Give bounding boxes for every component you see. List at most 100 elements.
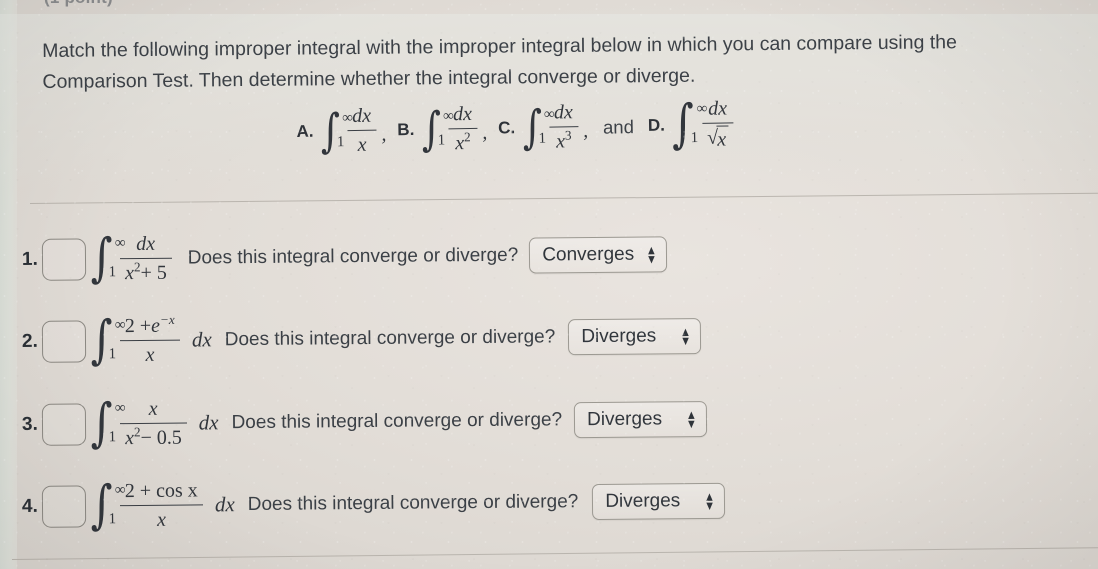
option-a-comma: , <box>381 123 387 146</box>
option-a: A. ∫ ∞ 1 dx x , <box>296 103 398 158</box>
option-d-upper-limit: ∞ <box>696 101 708 118</box>
converge-select-3-value: Diverges <box>587 408 663 430</box>
converge-select-1-value: Converges <box>542 243 635 266</box>
question-1-text: Does this integral converge or diverge? <box>187 244 519 269</box>
divider-top <box>29 192 1098 205</box>
answer-input-1[interactable] <box>41 238 87 281</box>
option-c-lower-limit: 1 <box>538 130 547 147</box>
question-prompt: Match the following improper integral wi… <box>42 26 1089 98</box>
divider-bottom <box>11 547 1098 561</box>
option-a-upper-limit: ∞ <box>342 109 354 127</box>
integral-sign: ∫ ∞ 1 <box>90 310 126 371</box>
question-3-integral: ∫ ∞ 1 x x2− 0.5 dx <box>88 393 219 454</box>
integral-sign: ∫ ∞ 1 <box>420 101 454 156</box>
option-d-integral: ∫ ∞ 1 dx √ x <box>669 94 737 155</box>
question-3-number: 3. <box>21 413 38 435</box>
option-a-integral: ∫ ∞ 1 dx x <box>318 103 380 158</box>
points-label: (1 point) <box>44 0 113 8</box>
question-4-upper-limit: ∞ <box>114 482 126 499</box>
chevron-updown-icon: ▴ ▾ <box>706 486 713 514</box>
converge-select-2[interactable]: Diverges ▴ ▾ <box>568 317 701 355</box>
question-2-dx: dx <box>191 327 212 352</box>
question-4-dx: dx <box>214 492 235 517</box>
option-c-integral: ∫ ∞ 1 dx x3 <box>520 100 582 154</box>
question-4-number: 4. <box>21 495 38 517</box>
converge-select-2-value: Diverges <box>581 325 657 347</box>
question-2-denominator: x <box>145 343 155 366</box>
sqrt-icon: √ x <box>707 125 730 153</box>
integral-sign: ∫ ∞ 1 <box>320 103 354 158</box>
integral-sign: ∫ ∞ 1 <box>521 99 555 154</box>
question-3-text: Does this integral converge or diverge? <box>231 408 563 433</box>
question-row-4: 4. ∫ ∞ 1 2 + cos x x dx Does this integr… <box>21 474 725 536</box>
question-3-upper-limit: ∞ <box>114 400 126 417</box>
question-2-fraction: 2 +e−x x <box>119 312 180 368</box>
converge-select-3[interactable]: Diverges ▴ ▾ <box>573 400 707 438</box>
option-b-letter: B. <box>397 119 415 139</box>
chevron-updown-icon: ▴ ▾ <box>687 404 695 432</box>
photo-left-edge-strip <box>0 0 17 569</box>
fraction-bar <box>119 257 172 260</box>
option-b-integral: ∫ ∞ 1 dx x2 <box>419 101 481 156</box>
fraction-bar <box>347 129 377 132</box>
chevron-updown-icon: ▴ ▾ <box>682 322 689 349</box>
question-3-fraction: x x2− 0.5 <box>119 397 187 451</box>
option-c-denominator: x3 <box>555 127 572 153</box>
option-b: B. ∫ ∞ 1 dx x2 , <box>397 101 499 156</box>
option-b-comma: , <box>482 121 488 144</box>
question-2-integral: ∫ ∞ 1 2 +e−x x dx <box>88 310 212 371</box>
answer-input-2[interactable] <box>41 320 87 363</box>
option-a-denominator: x <box>357 133 367 156</box>
integral-sign: ∫ ∞ 1 <box>90 228 126 289</box>
chevron-updown-icon: ▴ ▾ <box>648 240 655 267</box>
question-1-denominator: x2+ 5 <box>124 259 167 285</box>
question-2-text: Does this integral converge or diverge? <box>224 326 556 350</box>
question-4-integral: ∫ ∞ 1 2 + cos x x dx <box>88 475 235 536</box>
question-3-numerator: x <box>148 397 158 420</box>
question-2-lower-limit: 1 <box>108 346 117 363</box>
question-4-numerator: 2 + cos x <box>124 479 198 503</box>
option-d: D. ∫ ∞ 1 dx √ x <box>647 94 737 155</box>
option-a-letter: A. <box>296 121 314 141</box>
question-4-denominator: x <box>157 508 167 531</box>
option-choices: A. ∫ ∞ 1 dx x , B. ∫ ∞ 1 dx x2 , C. ∫ ∞ … <box>296 94 737 159</box>
question-1-upper-limit: ∞ <box>114 235 126 252</box>
integral-sign: ∫ ∞ 1 <box>90 393 126 454</box>
question-1-number: 1. <box>21 248 38 270</box>
question-row-1: 1. ∫ ∞ 1 dx x2+ 5 Does this integral con… <box>21 227 667 289</box>
converge-select-4[interactable]: Diverges ▴ ▾ <box>592 482 725 520</box>
question-4-lower-limit: 1 <box>108 511 117 528</box>
converge-select-1[interactable]: Converges ▴ ▾ <box>529 236 667 274</box>
question-1-fraction: dx x2+ 5 <box>119 232 172 286</box>
question-4-fraction: 2 + cos x x <box>119 478 203 532</box>
question-3-lower-limit: 1 <box>108 429 117 446</box>
question-3-dx: dx <box>198 410 219 435</box>
question-page: (1 point) Match the following improper i… <box>0 0 1098 569</box>
fraction-bar <box>119 504 203 507</box>
option-b-upper-limit: ∞ <box>442 108 454 125</box>
question-1-integral: ∫ ∞ 1 dx x2+ 5 <box>88 228 175 289</box>
fraction-bar <box>701 122 734 125</box>
question-2-numerator: 2 +e−x <box>124 312 175 338</box>
integral-sign: ∫ ∞ 1 <box>90 475 126 536</box>
question-4-text: Does this integral converge or diverge? <box>247 490 579 515</box>
converge-select-4-value: Diverges <box>605 489 681 512</box>
question-2-number: 2. <box>21 330 38 352</box>
option-b-denominator: x2 <box>455 129 471 155</box>
option-c-letter: C. <box>497 117 516 138</box>
option-a-lower-limit: 1 <box>336 133 345 150</box>
question-1-numerator: dx <box>136 232 156 256</box>
answer-input-3[interactable] <box>41 403 87 446</box>
question-row-3: 3. ∫ ∞ 1 x x2− 0.5 dx Does this integral… <box>21 392 707 454</box>
option-c-upper-limit: ∞ <box>543 106 555 123</box>
fraction-bar <box>119 422 187 425</box>
option-c-comma: , <box>582 120 589 143</box>
question-1-lower-limit: 1 <box>108 264 117 281</box>
option-d-denominator: √ x <box>702 125 734 153</box>
fraction-bar <box>119 339 180 342</box>
question-2-upper-limit: ∞ <box>114 317 126 334</box>
option-b-lower-limit: 1 <box>437 131 446 149</box>
question-row-2: 2. ∫ ∞ 1 2 +e−x x dx Does this integral … <box>21 309 701 371</box>
answer-input-4[interactable] <box>41 485 87 528</box>
options-conjunction: and <box>602 115 635 138</box>
